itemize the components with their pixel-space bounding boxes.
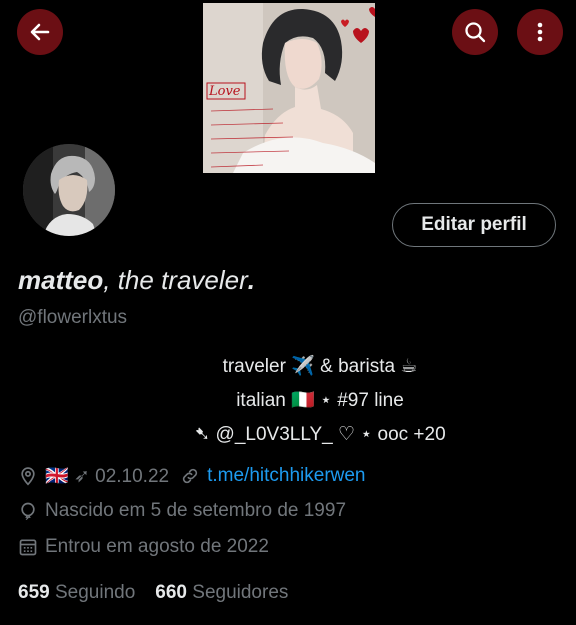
followers-label: Seguidores bbox=[192, 582, 289, 603]
location-pin-icon bbox=[21, 467, 35, 486]
arrow-left-icon bbox=[30, 23, 50, 41]
bio-line-3: ➷ @_L0V3LLY_ ♡ ⋆ ooc +20 bbox=[194, 424, 446, 445]
profile-handle: @flowerlxtus bbox=[18, 307, 128, 328]
bio-line-2: italian 🇮🇹 ⋆ #97 line bbox=[236, 390, 404, 411]
link-icon bbox=[182, 468, 198, 484]
meta-joined-row: Entrou em agosto de 2022 bbox=[18, 536, 269, 558]
banner-image: Love bbox=[203, 3, 375, 173]
display-name-bold: matteo bbox=[18, 265, 104, 295]
display-name-end: . bbox=[247, 265, 255, 295]
followers-count: 660 bbox=[155, 582, 187, 603]
profile-banner[interactable]: Love bbox=[203, 3, 375, 173]
birthday-text: Nascido em 5 de setembro de 1997 bbox=[45, 500, 347, 521]
edit-profile-button[interactable]: Editar perfil bbox=[392, 203, 556, 247]
location-text: 🇬🇧 ➶ 02.10.22 bbox=[45, 466, 170, 487]
following-count: 659 bbox=[18, 582, 50, 603]
calendar-icon bbox=[19, 539, 37, 556]
display-name: matteo, the traveler. bbox=[18, 265, 255, 296]
follow-stats: 659 Seguindo 660 Seguidores bbox=[18, 582, 288, 604]
balloon-icon bbox=[21, 502, 35, 520]
more-options-button[interactable] bbox=[517, 9, 563, 55]
profile-link[interactable]: t.me/hitchhikerwen bbox=[207, 465, 365, 487]
meta-location-row: 🇬🇧 ➶ 02.10.22 t.me/hitchhikerwen bbox=[18, 464, 366, 488]
avatar-image bbox=[23, 144, 115, 236]
banner-love-text: Love bbox=[208, 84, 241, 99]
joined-text: Entrou em agosto de 2022 bbox=[45, 536, 269, 557]
bio: traveler ✈️ & barista ☕ italian 🇮🇹 ⋆ #97… bbox=[150, 350, 490, 452]
followers-link[interactable]: 660 Seguidores bbox=[155, 582, 288, 603]
search-button[interactable] bbox=[452, 9, 498, 55]
display-name-rest: , the traveler bbox=[103, 265, 248, 295]
following-link[interactable]: 659 Seguindo bbox=[18, 582, 135, 603]
following-label: Seguindo bbox=[54, 582, 136, 603]
search-icon bbox=[465, 22, 486, 43]
back-button[interactable] bbox=[17, 9, 63, 55]
bio-line-1: traveler ✈️ & barista ☕ bbox=[222, 356, 418, 377]
more-vertical-icon bbox=[537, 22, 543, 42]
meta-birthday-row: Nascido em 5 de setembro de 1997 bbox=[18, 500, 346, 522]
avatar[interactable] bbox=[20, 141, 118, 239]
